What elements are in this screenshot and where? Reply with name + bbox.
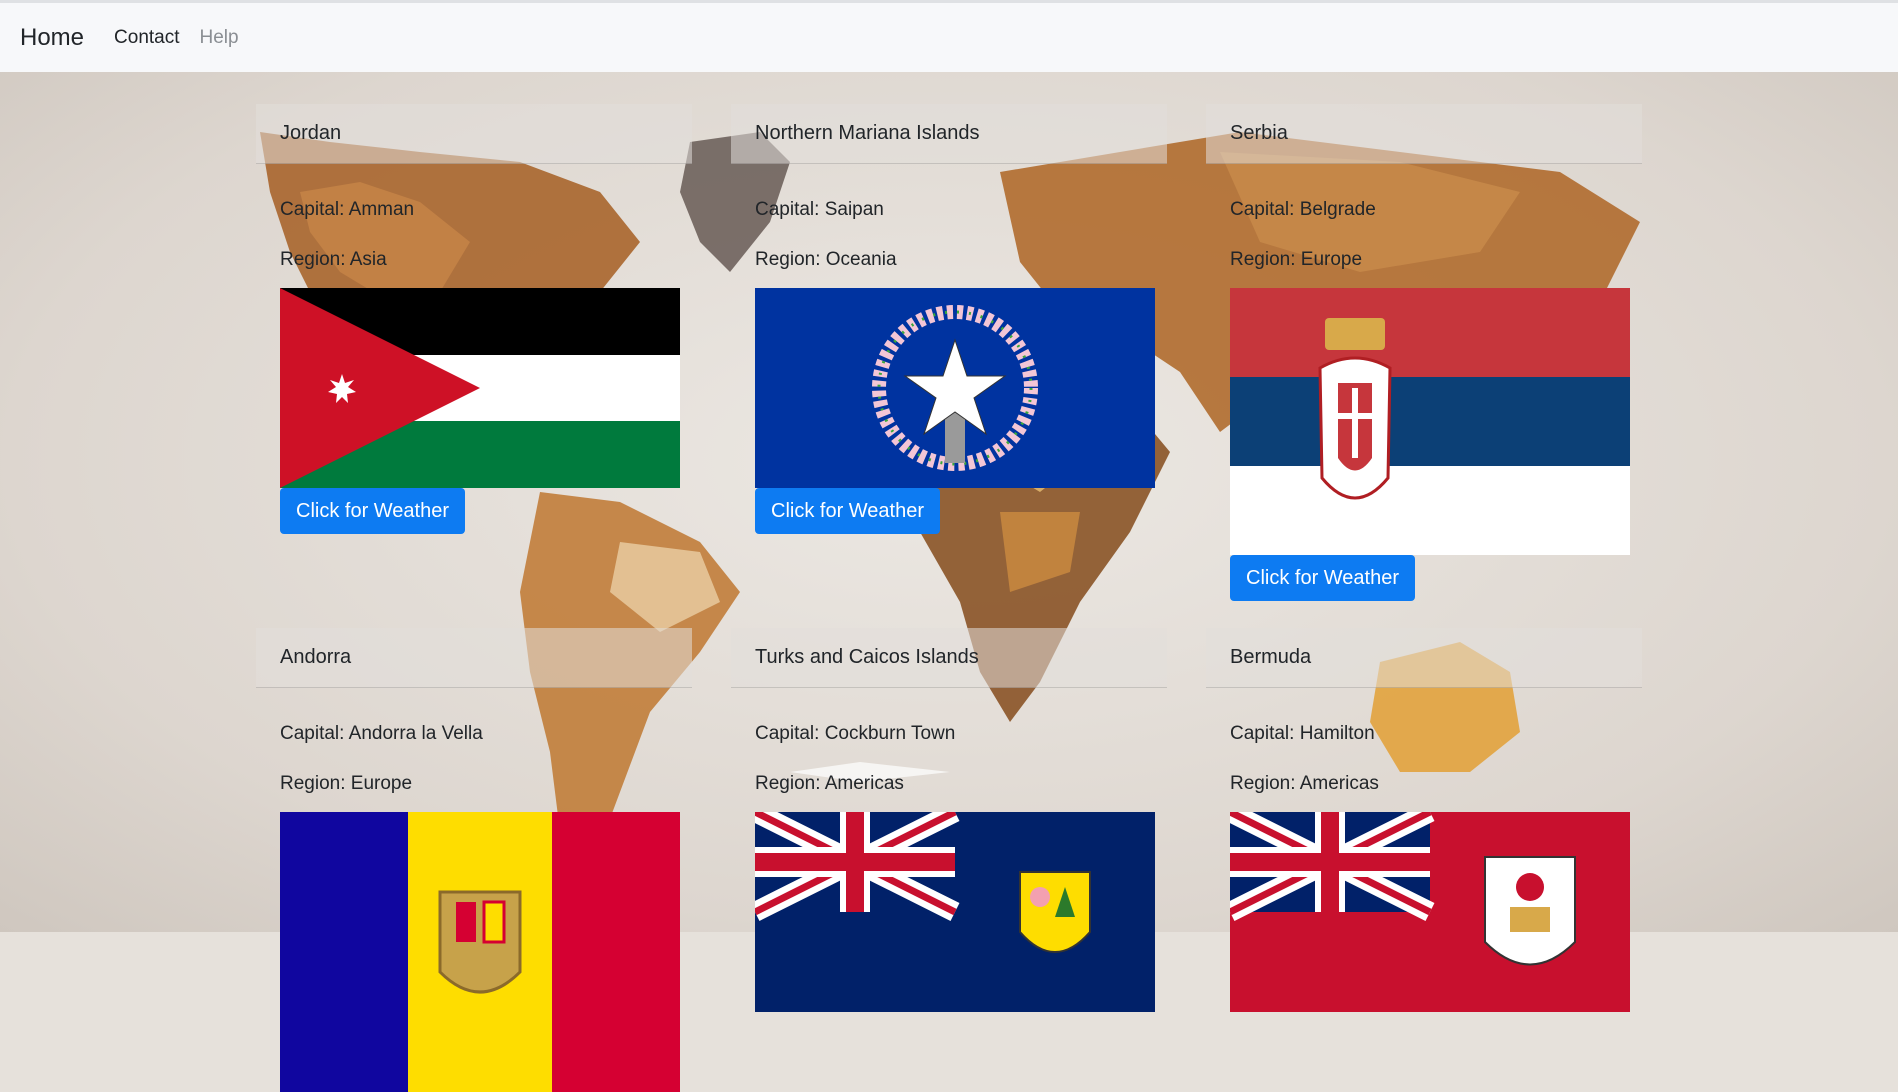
region-text: Region: Asia — [280, 249, 387, 270]
country-name: Northern Mariana Islands — [731, 104, 1167, 164]
bermuda-flag — [1230, 812, 1630, 1012]
country-card-andorra: Andorra Capital: Andorra la Vella Region… — [256, 628, 692, 1092]
andorra-flag — [280, 812, 680, 1092]
country-card-serbia: Serbia Capital: Belgrade Region: Europe … — [1206, 104, 1642, 601]
weather-button[interactable]: Click for Weather — [1230, 555, 1416, 601]
navbar: Home Contact Help — [0, 0, 1898, 72]
region-text: Region: Oceania — [755, 249, 897, 270]
country-card-turks-and-caicos-islands: Turks and Caicos Islands Capital: Cockbu… — [731, 628, 1167, 1012]
capital-text: Capital: Saipan — [755, 199, 884, 220]
contact-link[interactable]: Contact — [114, 27, 179, 49]
weather-button[interactable]: Click for Weather — [280, 488, 466, 534]
country-name: Turks and Caicos Islands — [731, 628, 1167, 688]
capital-text: Capital: Belgrade — [1230, 199, 1376, 220]
country-name: Andorra — [256, 628, 692, 688]
capital-text: Capital: Hamilton — [1230, 723, 1375, 744]
region-text: Region: Europe — [280, 773, 413, 794]
weather-button[interactable]: Click for Weather — [755, 488, 941, 534]
capital-text: Capital: Amman — [280, 199, 415, 220]
country-card-northern-mariana-islands: Northern Mariana Islands Capital: Saipan… — [731, 104, 1167, 534]
northern-mariana-islands-flag — [755, 288, 1155, 488]
home-link[interactable]: Home — [20, 24, 84, 52]
country-name: Serbia — [1206, 104, 1642, 164]
jordan-flag — [280, 288, 680, 488]
country-name: Jordan — [256, 104, 692, 164]
region-text: Region: Europe — [1230, 249, 1363, 270]
turks-and-caicos-islands-flag — [755, 812, 1155, 1012]
country-card-bermuda: Bermuda Capital: Hamilton Region: Americ… — [1206, 628, 1642, 1012]
serbia-flag — [1230, 288, 1630, 555]
help-link[interactable]: Help — [200, 27, 239, 49]
capital-text: Capital: Cockburn Town — [755, 723, 956, 744]
region-text: Region: Americas — [755, 773, 904, 794]
region-text: Region: Americas — [1230, 773, 1379, 794]
capital-text: Capital: Andorra la Vella — [280, 723, 483, 744]
country-name: Bermuda — [1206, 628, 1642, 688]
country-card-jordan: Jordan Capital: Amman Region: Asia Click… — [256, 104, 692, 534]
